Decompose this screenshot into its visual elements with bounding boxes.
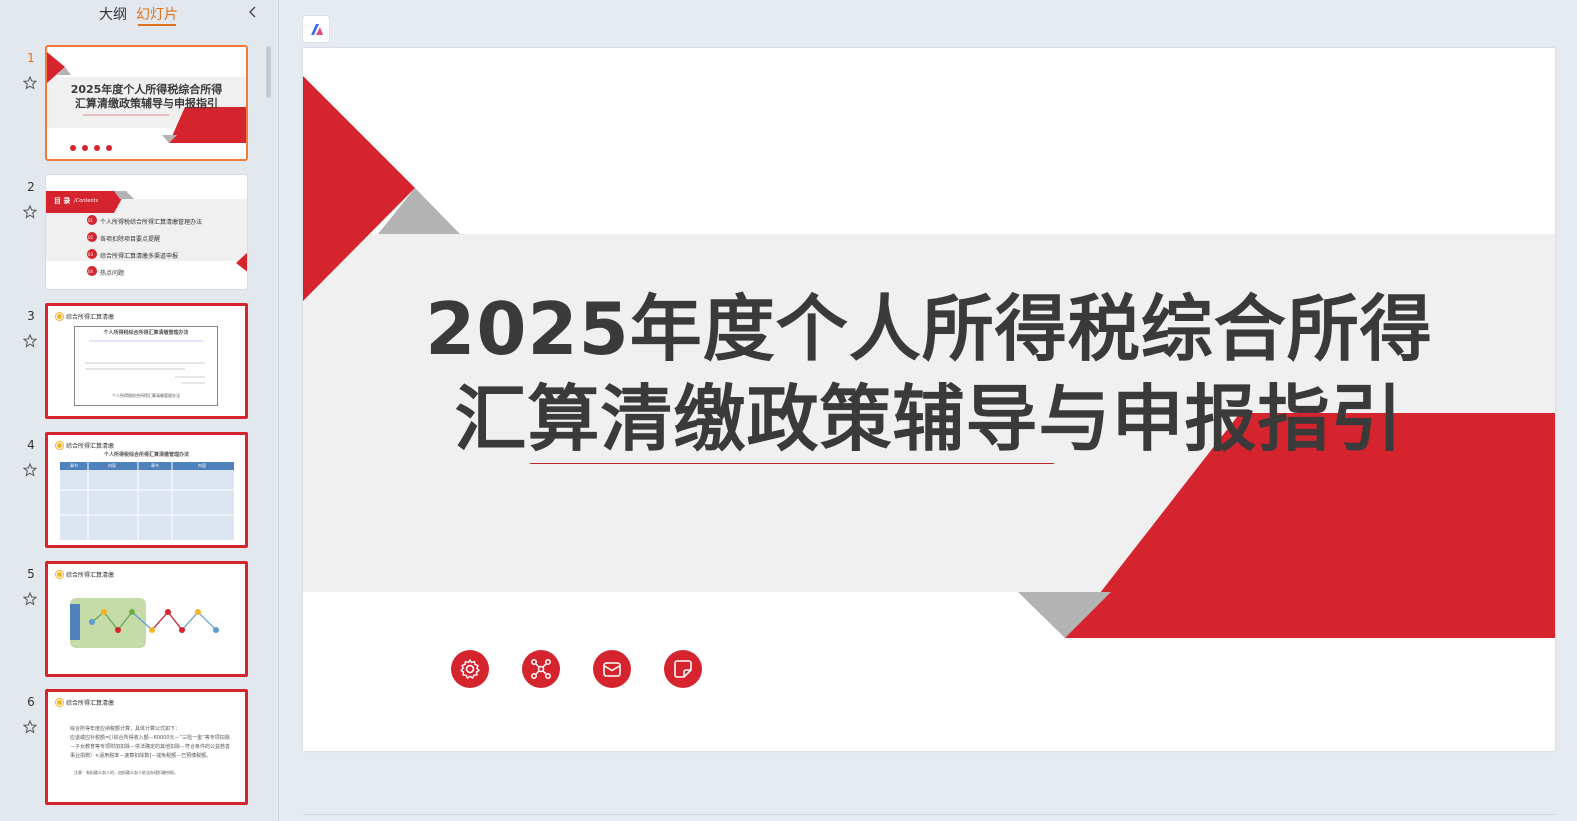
table-header: 内容 xyxy=(198,463,206,468)
slide-number: 6 xyxy=(27,695,35,709)
toc-item: 各项扣除项目要点提醒 xyxy=(100,236,161,243)
thumbnail-row: 3 综合所得汇算清缴 个人所得税综合所得汇算清缴管理办法 个人所得税综合所得汇算… xyxy=(0,303,260,421)
star-icon[interactable] xyxy=(22,333,38,348)
slide-title-line2[interactable]: 汇算清缴政策辅导与申报指引 xyxy=(303,360,1555,465)
thumb-header: 综合所得汇算清缴 xyxy=(56,312,114,321)
slide-panel: 大纲 幻灯片 1 2025年度个人所得税综合所得 汇算清缴政策辅导与申报指引 2… xyxy=(0,0,279,821)
process-diagram xyxy=(70,598,219,648)
body-line: 应退或应补税额=[（综合所得收入额－60000元－“三险一金”等专项扣除－子女教… xyxy=(70,735,230,759)
thumbnail-row: 4 综合所得汇算清缴 个人所得税综合所得汇算清缴管理办法 章节 内容 章节 内容 xyxy=(0,432,260,550)
thumb-title-line2: 汇算清缴政策辅导与申报指引 xyxy=(75,97,218,110)
slide-thumbnail[interactable]: 综合所得汇算清缴 个人所得税综合所得汇算清缴管理办法 章节 内容 章节 内容 xyxy=(45,432,248,548)
toc-sub: /Contents xyxy=(74,198,99,204)
body-text: 综合所得年度应纳税额计算，具体计算公式如下： 应退或应补税额=[（综合所得收入额… xyxy=(70,725,230,761)
slide-number: 3 xyxy=(27,309,35,323)
toc-item: 热点问题 xyxy=(100,270,125,277)
title-underline xyxy=(530,463,1054,464)
table-header: 内容 xyxy=(108,463,116,468)
mail-icon[interactable] xyxy=(593,650,631,688)
star-icon[interactable] xyxy=(22,75,38,90)
toc-num: 04 xyxy=(88,269,94,274)
toc-item: 个人所得税综合所得汇算清缴管理办法 xyxy=(100,219,203,226)
star-icon[interactable] xyxy=(22,591,38,606)
table-header: 章节 xyxy=(70,463,78,468)
thumbnail-row: 5 综合所得汇算清缴 xyxy=(0,561,260,679)
table-header: 章节 xyxy=(151,463,159,468)
star-icon[interactable] xyxy=(22,204,38,219)
tab-outline[interactable]: 大纲 xyxy=(99,4,127,24)
panel-tabs: 大纲 幻灯片 xyxy=(0,0,279,28)
toc-label: 目 录 xyxy=(54,197,71,205)
thumbnail-scrollbar[interactable] xyxy=(266,46,271,98)
toc-num: 02 xyxy=(88,235,94,240)
slide-number: 1 xyxy=(27,51,35,65)
star-icon[interactable] xyxy=(22,719,38,734)
slide-canvas[interactable]: 2025年度个人所得税综合所得 汇算清缴政策辅导与申报指引 xyxy=(303,48,1555,751)
document-frame: 个人所得税综合所得汇算清缴管理办法 个人所得税综合所得汇算清缴管理办法 xyxy=(74,326,218,406)
doc-footer: 个人所得税综合所得汇算清缴管理办法 xyxy=(112,393,180,398)
tab-slides[interactable]: 幻灯片 xyxy=(136,4,178,26)
slide-number: 5 xyxy=(27,567,35,581)
star-icon[interactable] xyxy=(22,462,38,477)
collapse-panel-icon[interactable] xyxy=(246,4,260,20)
slide-thumbnail[interactable]: 综合所得汇算清缴 xyxy=(45,561,248,677)
network-icon[interactable] xyxy=(522,650,560,688)
toc-num: 01 xyxy=(88,218,94,223)
app-logo-button[interactable] xyxy=(302,15,330,43)
thumbnail-row: 1 2025年度个人所得税综合所得 汇算清缴政策辅导与申报指引 xyxy=(0,45,260,163)
slide-thumbnail[interactable]: 2025年度个人所得税综合所得 汇算清缴政策辅导与申报指引 xyxy=(45,45,248,161)
body-note: 注意：有扣缴义务人的，由扣缴义务人依法办理扣缴申报。 xyxy=(74,770,178,775)
slide-number: 2 xyxy=(27,180,35,194)
divider xyxy=(303,814,1555,815)
slide-thumbnail[interactable]: 目 录 /Contents 01 个人所得税综合所得汇算清缴管理办法 02 各项… xyxy=(45,174,248,290)
slide-number: 4 xyxy=(27,438,35,452)
thumb-header: 综合所得汇算清缴 xyxy=(56,698,114,707)
slide-thumbnail[interactable]: 综合所得汇算清缴 综合所得年度应纳税额计算，具体计算公式如下： 应退或应补税额=… xyxy=(45,689,248,805)
toc-num: 03 xyxy=(88,252,94,257)
thumbnail-row: 6 综合所得汇算清缴 综合所得年度应纳税额计算，具体计算公式如下： 应退或应补税… xyxy=(0,689,260,807)
body-line: 综合所得年度应纳税额计算，具体计算公式如下： xyxy=(70,726,181,732)
app-logo-icon xyxy=(311,24,323,35)
toc-item: 综合所得汇算清缴多渠道申报 xyxy=(100,253,179,260)
note-icon[interactable] xyxy=(664,650,702,688)
thumbnail-row: 2 目 录 /Contents 01 个人所得税综合所得汇算清缴管理办法 02 … xyxy=(0,174,260,292)
gear-icon[interactable] xyxy=(451,650,489,688)
slide-thumbnail[interactable]: 综合所得汇算清缴 个人所得税综合所得汇算清缴管理办法 个人所得税综合所得汇算清缴… xyxy=(45,303,248,419)
